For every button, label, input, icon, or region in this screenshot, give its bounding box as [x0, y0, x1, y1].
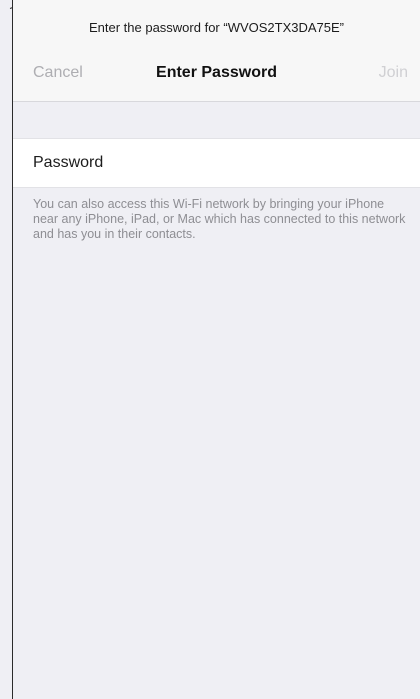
password-field[interactable] — [33, 139, 410, 187]
wifi-sharing-footnote: You can also access this Wi-Fi network b… — [33, 197, 406, 241]
window-edge — [12, 0, 13, 699]
wifi-password-screen: Enter the password for “WVOS2TX3DA75E” C… — [0, 0, 420, 699]
navigation-header: Enter the password for “WVOS2TX3DA75E” C… — [13, 0, 420, 102]
cancel-button[interactable]: Cancel — [33, 64, 83, 82]
password-row[interactable] — [13, 138, 420, 188]
join-button[interactable]: Join — [379, 64, 408, 82]
password-prompt: Enter the password for “WVOS2TX3DA75E” — [88, 20, 345, 35]
